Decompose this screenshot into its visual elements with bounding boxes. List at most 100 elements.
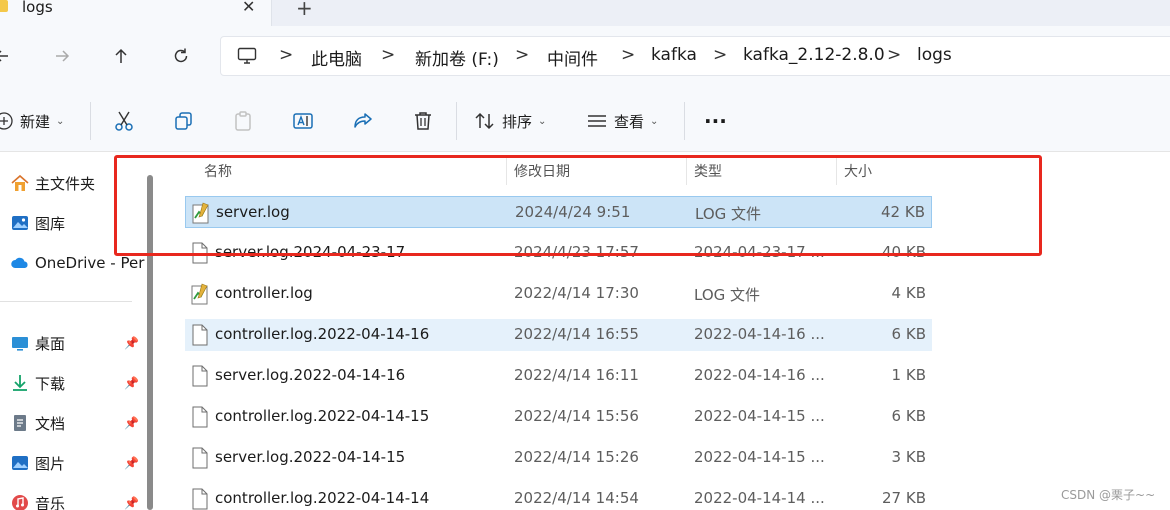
breadcrumb-separator: > <box>515 45 530 65</box>
file-size: 40 KB <box>882 243 926 261</box>
file-row[interactable]: controller.log.2022-04-14-14 2022/4/14 1… <box>185 483 932 510</box>
column-header-date[interactable]: 修改日期 <box>514 161 570 181</box>
file-type: 2022-04-14-15 ... <box>694 407 825 425</box>
sidebar-item-desktop[interactable]: 桌面 📌 <box>0 327 146 359</box>
file-size: 1 KB <box>891 366 926 384</box>
breadcrumb-separator: > <box>621 45 636 65</box>
file-name: server.log.2022-04-14-16 <box>215 366 406 384</box>
forward-button[interactable] <box>50 44 74 68</box>
view-list-icon <box>588 115 606 127</box>
new-plus-icon <box>0 112 13 130</box>
breadcrumb-logs[interactable]: logs <box>917 45 952 65</box>
pin-icon: 📌 <box>124 456 139 470</box>
download-icon <box>13 375 27 391</box>
generic-file-icon <box>192 365 208 387</box>
file-date: 2022/4/14 16:11 <box>514 366 639 384</box>
pin-icon: 📌 <box>124 416 139 430</box>
paste-button[interactable] <box>232 106 254 136</box>
sidebar-item-gallery[interactable]: 图库 <box>0 207 146 239</box>
rename-button[interactable] <box>292 106 314 136</box>
column-header-size[interactable]: 大小 <box>844 161 872 181</box>
new-label: 新建 <box>20 112 51 131</box>
column-divider[interactable] <box>506 157 507 185</box>
sidebar-item-label: 下载 <box>35 374 66 393</box>
file-row[interactable]: controller.log 2022/4/14 17:30 LOG 文件 4 … <box>185 278 932 310</box>
navigation-pane: 主文件夹 图库 OneDrive - Per 桌面 📌 下载 📌 文档 📌 图片… <box>0 153 160 510</box>
sidebar-item-label: 桌面 <box>35 334 66 353</box>
log-file-icon <box>191 283 208 305</box>
up-button[interactable] <box>109 44 133 68</box>
sidebar-scrollbar[interactable] <box>147 175 153 510</box>
back-arrow-icon <box>0 50 8 62</box>
file-row[interactable]: server.log.2024-04-23-17 2024/4/23 17:57… <box>185 237 932 269</box>
sidebar-item-label: 文档 <box>35 414 66 433</box>
file-size: 3 KB <box>891 448 926 466</box>
back-button[interactable] <box>0 44 14 68</box>
sidebar-item-home[interactable]: 主文件夹 <box>0 167 146 199</box>
pin-icon: 📌 <box>124 336 139 350</box>
file-name: server.log.2022-04-14-15 <box>215 448 406 466</box>
gallery-icon <box>12 216 28 230</box>
file-date: 2024/4/24 9:51 <box>515 203 631 221</box>
more-options-button[interactable]: ··· <box>704 106 727 136</box>
pin-icon: 📌 <box>124 496 139 510</box>
breadcrumb-kafka[interactable]: kafka <box>651 45 697 65</box>
file-date: 2022/4/14 14:54 <box>514 489 639 507</box>
refresh-button[interactable] <box>169 44 193 68</box>
file-row[interactable]: server.log.2022-04-14-16 2022/4/14 16:11… <box>185 360 932 392</box>
file-name: controller.log.2022-04-14-14 <box>215 489 430 507</box>
new-button[interactable]: 新建 ⌄ <box>0 106 64 136</box>
file-type: 2022-04-14-16 ... <box>694 366 825 384</box>
sidebar-item-documents[interactable]: 文档 📌 <box>0 407 146 439</box>
sort-label: 排序 <box>502 112 533 131</box>
file-size: 42 KB <box>881 203 925 221</box>
file-row[interactable]: server.log 2024/4/24 9:51 LOG 文件 42 KB <box>185 196 932 228</box>
sidebar-item-pictures[interactable]: 图片 📌 <box>0 447 146 479</box>
breadcrumb-volume-f[interactable]: 新加卷 (F:) <box>415 45 499 70</box>
trash-icon <box>415 112 431 130</box>
file-size: 4 KB <box>891 284 926 302</box>
delete-button[interactable] <box>412 106 434 136</box>
sidebar-item-label: OneDrive - Per <box>35 254 145 272</box>
copy-icon <box>175 112 192 130</box>
copy-button[interactable] <box>173 106 195 136</box>
sidebar-item-onedrive[interactable]: OneDrive - Per <box>0 247 146 279</box>
sort-icon <box>475 112 494 130</box>
sidebar-item-downloads[interactable]: 下载 📌 <box>0 367 146 399</box>
share-icon <box>354 113 372 128</box>
music-icon <box>12 495 28 510</box>
file-row[interactable]: controller.log.2022-04-14-15 2022/4/14 1… <box>185 401 932 433</box>
file-type: 2022-04-14-15 ... <box>694 448 825 466</box>
file-list: 名称 ⌄ 修改日期 类型 大小 server.log 2024/4/24 9:5… <box>160 151 1170 510</box>
address-bar[interactable]: > 此电脑 > 新加卷 (F:) > 中间件 > kafka > kafka_2… <box>220 36 1170 76</box>
column-divider[interactable] <box>686 157 687 185</box>
sidebar-item-music[interactable]: 音乐 📌 <box>0 487 146 510</box>
file-date: 2022/4/14 16:55 <box>514 325 639 343</box>
view-label: 查看 <box>614 112 645 131</box>
command-bar: 新建 ⌄ 排序 ⌄ 查看 ⌄ ··· <box>0 90 1170 152</box>
column-header-type[interactable]: 类型 <box>694 161 722 181</box>
sort-button[interactable]: 排序 ⌄ <box>474 106 546 136</box>
breadcrumb-kafka-version[interactable]: kafka_2.12-2.8.0 <box>743 45 885 65</box>
divider <box>90 102 91 140</box>
column-divider[interactable] <box>836 157 837 185</box>
generic-file-icon <box>192 406 208 428</box>
sidebar-divider <box>0 301 132 302</box>
tab-logs[interactable]: logs ✕ <box>0 0 272 26</box>
up-arrow-icon <box>115 48 127 63</box>
share-button[interactable] <box>352 106 374 136</box>
cut-button[interactable] <box>113 106 135 136</box>
breadcrumb-this-pc[interactable]: 此电脑 <box>311 45 362 70</box>
new-tab-button[interactable]: + <box>296 0 313 20</box>
breadcrumb-middleware[interactable]: 中间件 <box>547 45 598 70</box>
column-header-name[interactable]: 名称 <box>204 161 232 181</box>
file-row[interactable]: server.log.2022-04-14-15 2022/4/14 15:26… <box>185 442 932 474</box>
file-row[interactable]: controller.log.2022-04-14-16 2022/4/14 1… <box>185 319 932 351</box>
generic-file-icon <box>192 488 208 510</box>
file-type: 2022-04-14-14 ... <box>694 489 825 507</box>
sidebar-item-label: 音乐 <box>35 494 66 510</box>
folder-icon <box>0 0 8 12</box>
view-button[interactable]: 查看 ⌄ <box>586 106 658 136</box>
divider <box>456 102 457 140</box>
close-tab-icon[interactable]: ✕ <box>242 0 255 16</box>
